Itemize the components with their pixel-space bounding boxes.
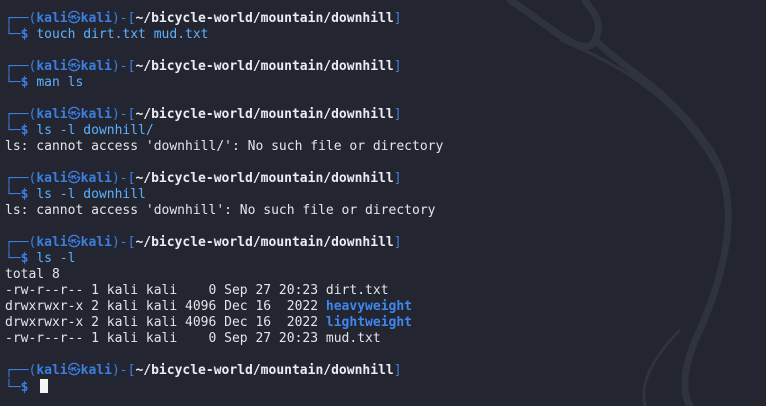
listing-row: -rw-r--r-- 1 kali kali 0 Sep 27 20:23 mu…: [5, 331, 766, 347]
prompt-dollar: $: [20, 380, 37, 395]
command-line: └─$ touch dirt.txt mud.txt: [5, 27, 766, 43]
prompt-frame: )-[: [111, 59, 136, 74]
command-text: man ls: [36, 75, 84, 90]
prompt-frame: └─: [5, 123, 21, 138]
file-name: dirt.txt: [325, 283, 389, 298]
prompt-frame: ┌──(: [5, 59, 37, 74]
command-line: └─$ ls -l downhill/: [5, 123, 766, 139]
prompt-symbol: ㉿: [67, 171, 81, 186]
prompt-host: kali: [80, 59, 112, 74]
listing-meta: -rw-r--r-- 1 kali kali 0 Sep 27 20:23: [5, 283, 326, 298]
prompt-user: kali: [36, 171, 68, 186]
prompt-symbol: ㉿: [67, 235, 81, 250]
prompt-host: kali: [80, 235, 112, 250]
prompt-frame: ]: [393, 59, 402, 74]
command-text: ls -l: [36, 251, 76, 266]
prompt-frame: ]: [393, 235, 402, 250]
prompt-frame: ┌──(: [5, 171, 37, 186]
prompt-dollar: $: [20, 187, 37, 202]
prompt-dollar: $: [20, 27, 37, 42]
prompt-frame: └─: [5, 27, 21, 42]
file-name: mud.txt: [325, 331, 381, 346]
listing-row: -rw-r--r-- 1 kali kali 0 Sep 27 20:23 di…: [5, 283, 766, 299]
command-text: touch dirt.txt mud.txt: [36, 27, 209, 42]
prompt-frame: └─: [5, 75, 21, 90]
output-line: ls: cannot access 'downhill/': No such f…: [5, 139, 444, 154]
text-cursor: [40, 379, 49, 393]
listing-meta: -rw-r--r-- 1 kali kali 0 Sep 27 20:23: [5, 331, 326, 346]
prompt-host: kali: [80, 11, 112, 26]
prompt-header: ┌──(kali㉿kali)-[~/bicycle-world/mountain…: [5, 235, 766, 251]
prompt-frame: )-[: [111, 171, 136, 186]
prompt-symbol: ㉿: [67, 363, 81, 378]
command-line: └─$ ls -l downhill: [5, 187, 766, 203]
prompt-frame: └─: [5, 380, 21, 395]
directory-name: heavyweight: [325, 299, 412, 314]
prompt-cwd: ~/bicycle-world/mountain/downhill: [135, 235, 394, 250]
prompt-dollar: $: [20, 251, 37, 266]
prompt-frame: ┌──(: [5, 235, 37, 250]
prompt-frame: ]: [393, 171, 402, 186]
prompt-cwd: ~/bicycle-world/mountain/downhill: [135, 59, 394, 74]
prompt-frame: └─: [5, 187, 21, 202]
command-line: └─$ ls -l: [5, 251, 766, 267]
prompt-cwd: ~/bicycle-world/mountain/downhill: [135, 171, 394, 186]
prompt-header: ┌──(kali㉿kali)-[~/bicycle-world/mountain…: [5, 11, 766, 27]
prompt-user: kali: [36, 235, 68, 250]
listing-row: drwxrwxr-x 2 kali kali 4096 Dec 16 2022 …: [5, 315, 766, 331]
prompt-frame: )-[: [111, 235, 136, 250]
prompt-cwd: ~/bicycle-world/mountain/downhill: [135, 11, 394, 26]
prompt-frame: ┌──(: [5, 11, 37, 26]
prompt-header: ┌──(kali㉿kali)-[~/bicycle-world/mountain…: [5, 59, 766, 75]
prompt-frame: ]: [393, 11, 402, 26]
command-text: ls -l downhill/: [36, 123, 154, 138]
prompt-frame: ]: [393, 107, 402, 122]
prompt-user: kali: [36, 59, 68, 74]
prompt-user: kali: [36, 107, 68, 122]
prompt-frame: └─: [5, 251, 21, 266]
terminal-output[interactable]: ┌──(kali㉿kali)-[~/bicycle-world/mountain…: [5, 11, 766, 406]
prompt-frame: )-[: [111, 11, 136, 26]
listing-meta: drwxrwxr-x 2 kali kali 4096 Dec 16 2022: [5, 315, 326, 330]
prompt-host: kali: [80, 107, 112, 122]
output-line: ls: cannot access 'downhill': No such fi…: [5, 203, 436, 218]
prompt-cwd: ~/bicycle-world/mountain/downhill: [135, 107, 394, 122]
prompt-frame: )-[: [111, 107, 136, 122]
command-text: ls -l downhill: [36, 187, 146, 202]
prompt-symbol: ㉿: [67, 107, 81, 122]
prompt-frame: ┌──(: [5, 107, 37, 122]
prompt-symbol: ㉿: [67, 59, 81, 74]
output-line: total 8: [5, 267, 60, 282]
prompt-host: kali: [80, 171, 112, 186]
prompt-user: kali: [36, 11, 68, 26]
prompt-frame: ┌──(: [5, 363, 37, 378]
prompt-dollar: $: [20, 123, 37, 138]
listing-meta: drwxrwxr-x 2 kali kali 4096 Dec 16 2022: [5, 299, 326, 314]
prompt-frame: ]: [393, 363, 402, 378]
command-line: └─$: [5, 379, 766, 395]
prompt-frame: )-[: [111, 363, 136, 378]
directory-name: lightweight: [325, 315, 412, 330]
prompt-header: ┌──(kali㉿kali)-[~/bicycle-world/mountain…: [5, 363, 766, 379]
listing-row: drwxrwxr-x 2 kali kali 4096 Dec 16 2022 …: [5, 299, 766, 315]
prompt-user: kali: [36, 363, 68, 378]
prompt-header: ┌──(kali㉿kali)-[~/bicycle-world/mountain…: [5, 107, 766, 123]
prompt-dollar: $: [20, 75, 37, 90]
prompt-symbol: ㉿: [67, 11, 81, 26]
prompt-host: kali: [80, 363, 112, 378]
prompt-cwd: ~/bicycle-world/mountain/downhill: [135, 363, 394, 378]
prompt-header: ┌──(kali㉿kali)-[~/bicycle-world/mountain…: [5, 171, 766, 187]
command-line: └─$ man ls: [5, 75, 766, 91]
